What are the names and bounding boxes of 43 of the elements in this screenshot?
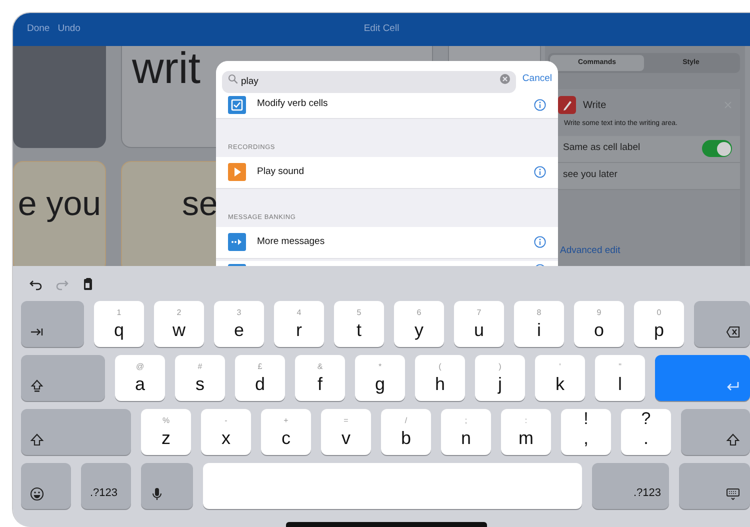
punctuation-key[interactable]: ! , — [561, 409, 611, 455]
letter-key[interactable]: 0 p — [634, 301, 684, 347]
numbers-key[interactable]: .?123 — [81, 463, 131, 509]
letter-key[interactable]: 9 o — [574, 301, 624, 347]
letter-key[interactable]: 1 q — [94, 301, 144, 347]
command-title: Write — [583, 98, 606, 112]
window-title: Edit Cell — [364, 23, 400, 34]
letter-key[interactable]: * g — [355, 355, 405, 401]
letter-key[interactable]: @ a — [115, 355, 165, 401]
letter-key[interactable]: ; n — [441, 409, 491, 455]
letter-key[interactable]: & f — [295, 355, 345, 401]
nav-button[interactable]: Done — [23, 22, 54, 37]
letter-key[interactable]: " l — [595, 355, 645, 401]
letter-key[interactable]: £ d — [235, 355, 285, 401]
letter-key[interactable]: ) j — [475, 355, 525, 401]
option-label: Same as cell label — [563, 141, 640, 156]
cell-label: e you — [18, 185, 102, 223]
letter-key[interactable]: / b — [381, 409, 431, 455]
letter-key[interactable]: : m — [501, 409, 551, 455]
search-field[interactable]: play — [222, 70, 516, 92]
letter-key[interactable]: 4 r — [274, 301, 324, 347]
letter-key[interactable]: ' k — [535, 355, 585, 401]
letter-key[interactable]: = v — [321, 409, 371, 455]
letter-key[interactable]: % z — [141, 409, 191, 455]
letter-key[interactable]: 7 u — [454, 301, 504, 347]
letter-key[interactable]: 6 y — [394, 301, 444, 347]
punctuation-key[interactable]: ? . — [621, 409, 671, 455]
command-item[interactable]: More messages — [216, 226, 558, 258]
command-item[interactable]: Modify verb cells — [216, 91, 558, 119]
letter-key[interactable]: + c — [261, 409, 311, 455]
letter-key[interactable]: 3 e — [214, 301, 264, 347]
cell-label: writ — [132, 46, 200, 93]
letter-key[interactable]: 5 t — [334, 301, 384, 347]
nav-button[interactable]: Undo — [54, 22, 84, 37]
command-item[interactable]: Play sound — [216, 156, 558, 189]
letter-key[interactable]: ( h — [415, 355, 465, 401]
letter-key[interactable]: 2 w — [154, 301, 204, 347]
letter-key[interactable]: 8 i — [514, 301, 564, 347]
cell-label: se — [182, 185, 218, 223]
letter-key[interactable]: # s — [175, 355, 225, 401]
numbers-key[interactable]: .?123 — [592, 463, 669, 509]
letter-key[interactable]: - x — [201, 409, 251, 455]
cancel-button[interactable]: Cancel — [522, 72, 552, 86]
